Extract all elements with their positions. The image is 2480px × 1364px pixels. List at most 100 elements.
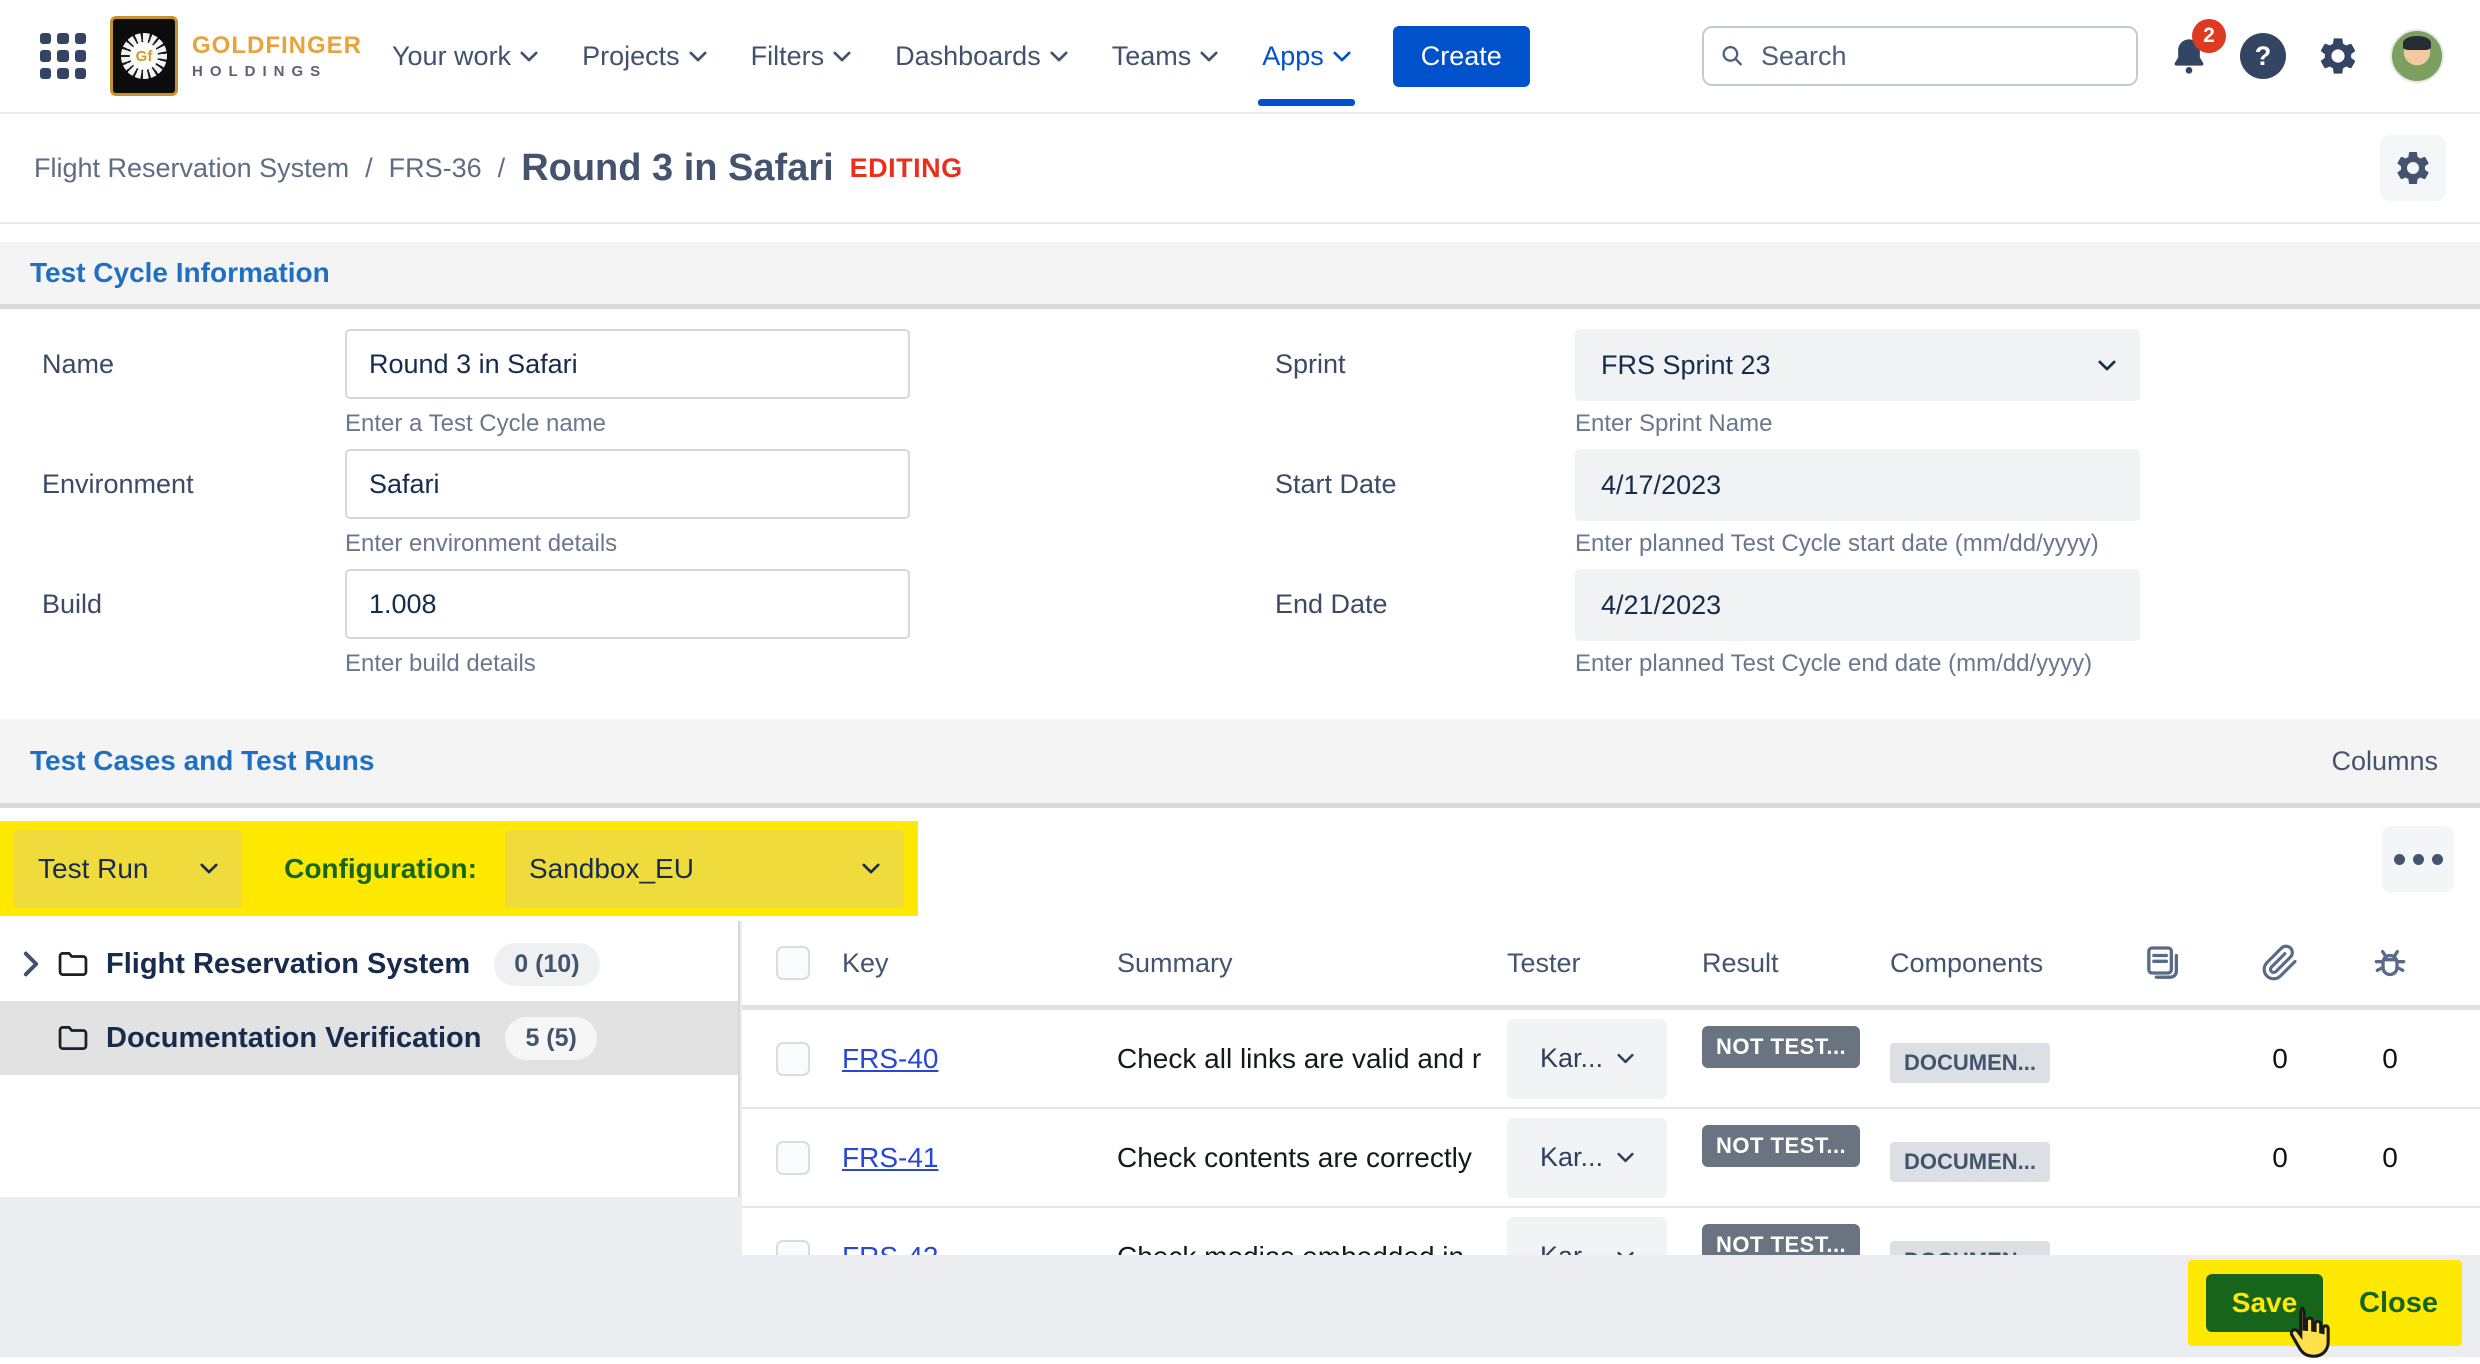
defects-count: 0: [2382, 1043, 2398, 1075]
tree-item-label: Documentation Verification: [106, 1022, 481, 1055]
menu-label: Projects: [582, 41, 680, 72]
end-date-field[interactable]: 4/21/2023: [1575, 569, 2140, 641]
chevron-right-icon: [22, 951, 40, 977]
header-components: Components: [1890, 948, 2100, 979]
tree-item-count-badge: 5 (5): [505, 1017, 596, 1060]
menu-projects[interactable]: Projects: [582, 41, 707, 72]
tester-select[interactable]: Kar...: [1507, 1118, 1667, 1198]
help-button[interactable]: ?: [2240, 33, 2286, 79]
table-row: FRS-40 Check all links are valid and r K…: [742, 1010, 2480, 1109]
sprint-select[interactable]: FRS Sprint 23: [1575, 329, 2140, 401]
breadcrumb-project[interactable]: Flight Reservation System: [34, 153, 349, 184]
question-mark-icon: ?: [2255, 41, 2272, 72]
issue-key-link[interactable]: FRS-41: [842, 1142, 938, 1173]
tests-section-header: Test Cases and Test Runs Columns: [0, 719, 2480, 808]
summary-text: Check medias embedded in: [1117, 1241, 1464, 1256]
search-input[interactable]: [1759, 40, 2120, 73]
end-date-value: 4/21/2023: [1601, 590, 1721, 621]
close-button[interactable]: Close: [2353, 1286, 2444, 1321]
environment-label: Environment: [42, 469, 194, 500]
menu-filters[interactable]: Filters: [751, 41, 852, 72]
issue-key-link[interactable]: FRS-42: [842, 1241, 938, 1256]
chevron-down-icon: [1050, 51, 1068, 62]
end-date-label: End Date: [1275, 589, 1388, 620]
row-checkbox[interactable]: [776, 1141, 810, 1175]
page-settings-button[interactable]: [2380, 135, 2446, 201]
logo-mark: Gf: [110, 16, 178, 96]
chevron-down-icon: [689, 51, 707, 62]
columns-button[interactable]: Columns: [2331, 746, 2438, 777]
save-button[interactable]: Save: [2206, 1274, 2323, 1332]
row-checkbox[interactable]: [776, 1042, 810, 1076]
gear-icon: [2316, 34, 2360, 78]
tree-item-label: Flight Reservation System: [106, 948, 470, 981]
components-badge: DOCUMEN...: [1890, 1142, 2050, 1182]
result-status-badge: NOT TEST...: [1702, 1125, 1860, 1167]
issue-key-link[interactable]: FRS-40: [842, 1043, 938, 1074]
main-menu: Your work Projects Filters Dashboards Te…: [392, 41, 1351, 72]
environment-field[interactable]: Safari: [345, 449, 910, 519]
menu-apps-active[interactable]: Apps: [1262, 41, 1351, 72]
search-box[interactable]: [1702, 26, 2138, 86]
start-date-field[interactable]: 4/17/2023: [1575, 449, 2140, 521]
logo-monogram: Gf: [130, 42, 158, 70]
app-switcher-icon[interactable]: [40, 33, 86, 79]
company-logo[interactable]: Gf GOLDFINGER HOLDINGS: [110, 16, 362, 96]
folder-icon: [56, 1023, 90, 1053]
breadcrumb-issue-key[interactable]: FRS-36: [389, 153, 482, 184]
chevron-down-icon: [862, 863, 880, 874]
top-nav: Gf GOLDFINGER HOLDINGS Your work Project…: [0, 0, 2480, 114]
name-helper: Enter a Test Cycle name: [345, 410, 606, 438]
menu-your-work[interactable]: Your work: [392, 41, 538, 72]
configuration-label: Configuration:: [284, 853, 477, 885]
select-all-checkbox[interactable]: [776, 946, 810, 980]
menu-label: Your work: [392, 41, 511, 72]
header-tester: Tester: [1507, 948, 1702, 979]
search-icon: [1720, 42, 1745, 70]
result-status-badge: NOT TEST...: [1702, 1224, 1860, 1256]
cycle-info-form: Name Round 3 in Safari Enter a Test Cycl…: [0, 309, 2480, 719]
configuration-select[interactable]: Sandbox_EU: [505, 830, 904, 908]
editing-status-badge: EDITING: [850, 153, 963, 184]
table-row: FRS-41 Check contents are correctly Kar.…: [742, 1109, 2480, 1208]
menu-teams[interactable]: Teams: [1112, 41, 1219, 72]
settings-button[interactable]: [2316, 34, 2360, 78]
build-label: Build: [42, 589, 102, 620]
build-value: 1.008: [369, 589, 437, 620]
logo-text: GOLDFINGER HOLDINGS: [192, 32, 362, 80]
name-value: Round 3 in Safari: [369, 349, 578, 380]
tester-value: Kar...: [1540, 1142, 1603, 1173]
attachments-count: 0: [2272, 1142, 2288, 1174]
chevron-down-icon: [1617, 1152, 1634, 1163]
row-checkbox[interactable]: [776, 1240, 810, 1256]
test-run-select[interactable]: Test Run: [14, 830, 242, 908]
tester-select[interactable]: Kar...: [1507, 1019, 1667, 1099]
test-run-table: Key Summary Tester Result Components: [742, 921, 2480, 1255]
user-avatar[interactable]: [2390, 29, 2444, 83]
tree-item-documentation-verification[interactable]: Documentation Verification 5 (5): [0, 1001, 738, 1075]
tester-select[interactable]: Kar...: [1507, 1217, 1667, 1256]
logo-title: GOLDFINGER: [192, 32, 362, 60]
menu-label: Dashboards: [895, 41, 1041, 72]
bug-icon: [2370, 943, 2410, 983]
logo-subtitle: HOLDINGS: [192, 63, 362, 80]
menu-dashboards[interactable]: Dashboards: [895, 41, 1068, 72]
header-summary: Summary: [1117, 948, 1507, 979]
start-date-helper: Enter planned Test Cycle start date (mm/…: [1575, 530, 2099, 558]
notifications-button[interactable]: 2: [2168, 35, 2210, 77]
tree-item-flight-reservation-system[interactable]: Flight Reservation System 0 (10): [0, 927, 738, 1001]
test-run-toolbar: Test Run Configuration: Sandbox_EU: [0, 808, 2480, 921]
chevron-down-icon: [1617, 1251, 1634, 1255]
name-field[interactable]: Round 3 in Safari: [345, 329, 910, 399]
result-status-badge: NOT TEST...: [1702, 1026, 1860, 1068]
attachments-count: 0: [2272, 1043, 2288, 1075]
defects-count: 0: [2382, 1142, 2398, 1174]
summary-text: Check contents are correctly: [1117, 1142, 1472, 1173]
tester-value: Kar...: [1540, 1241, 1603, 1255]
breadcrumb-separator: /: [498, 153, 506, 184]
create-button[interactable]: Create: [1393, 26, 1530, 87]
apps-active-underline: [1258, 99, 1355, 106]
build-field[interactable]: 1.008: [345, 569, 910, 639]
more-actions-button[interactable]: [2382, 826, 2454, 892]
header-result: Result: [1702, 948, 1890, 979]
